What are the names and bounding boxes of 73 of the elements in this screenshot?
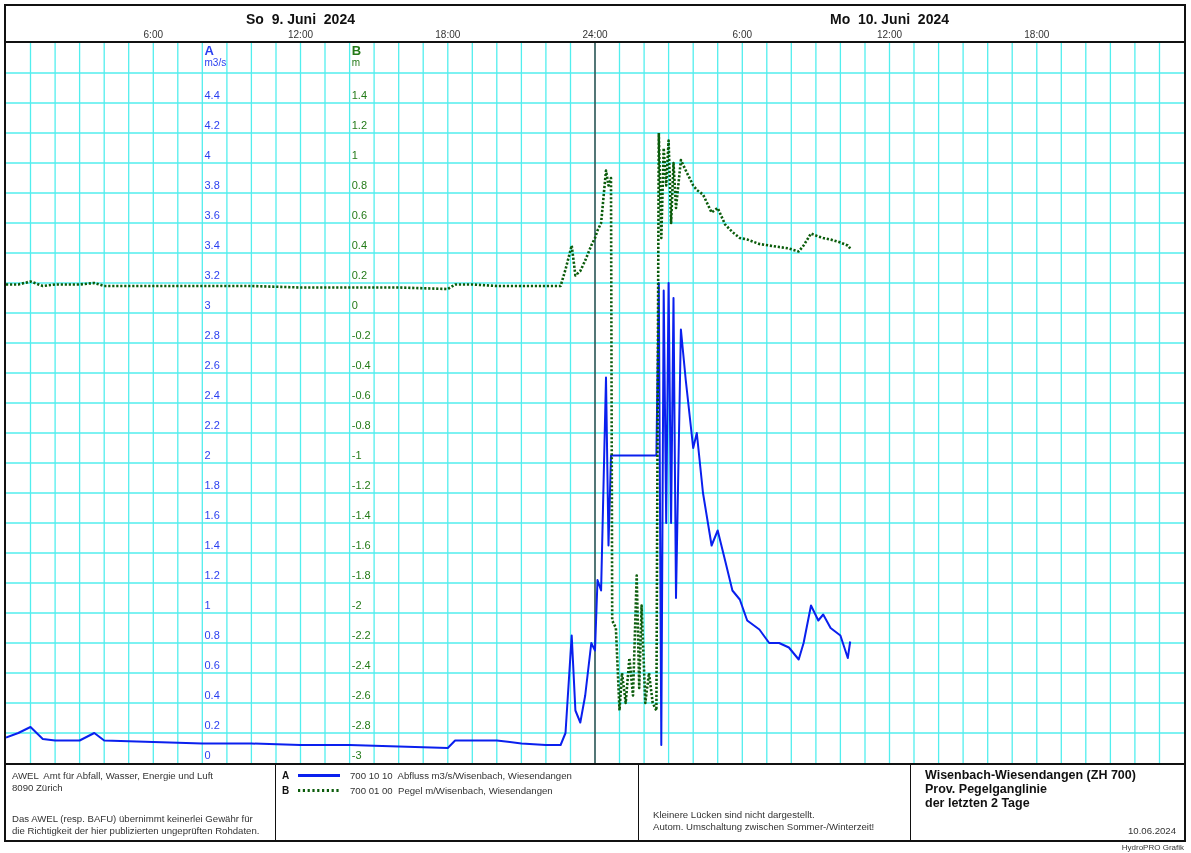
axis-tick-label: 2.8 <box>204 329 220 341</box>
axis-tick-label: 1.2 <box>351 119 368 131</box>
address-text: 8090 Zürich <box>12 782 64 794</box>
axis-tick-label: 4 <box>204 149 211 161</box>
report-title: Prov. Pegelganglinie <box>925 782 1049 796</box>
legend-letter: A <box>282 770 290 781</box>
legend-letter: B <box>282 785 290 796</box>
axis-tick-label: -0.2 <box>351 329 371 341</box>
legend-text: 700 10 10 Abfluss m3/s/Wisenbach, Wiesendangen <box>350 770 572 781</box>
axis-tick-label: 1.4 <box>204 539 220 551</box>
axis-tick-label: -2.4 <box>351 659 371 671</box>
axis-tick-label: 3.4 <box>204 239 220 251</box>
axis-tick-label: 2.2 <box>204 419 220 431</box>
axis-tick-label: 4.2 <box>204 119 220 131</box>
axis-tick-label: 0.6 <box>351 209 368 221</box>
axis-unit: m <box>351 57 361 68</box>
axis-tick-label: -3 <box>351 749 362 761</box>
axis-tick-label: 1 <box>204 599 211 611</box>
time-label: 18:00 <box>1024 28 1050 40</box>
axis-tick-label: 4.4 <box>204 89 220 101</box>
axis-tick-label: 0 <box>351 299 358 311</box>
axis-tick-label: 1 <box>351 149 358 161</box>
axis-tick-label: 0.8 <box>204 629 220 641</box>
axis-tick-label: 3.6 <box>204 209 220 221</box>
axis-tick-label: 2.4 <box>204 389 220 401</box>
axis-tick-label: -2.2 <box>351 629 371 641</box>
note-text: Autom. Umschaltung zwischen Sommer-/Winterzeit! <box>653 821 876 833</box>
axis-tick-label: 0.8 <box>351 179 368 191</box>
axis-tick-label: 0 <box>204 749 211 761</box>
time-label: 12:00 <box>288 28 313 40</box>
report-title: der letzten 2 Tage <box>925 796 1031 810</box>
disclaimer-text: Das AWEL (resp. BAFU) übernimmt keinerlei Gewähr für die Richtigkeit der hier publizierten ungeprüften Rohdaten. <box>12 813 261 837</box>
credit-text: HydroPRO Grafik <box>1121 843 1184 852</box>
axis-tick-label: -2.8 <box>351 719 371 731</box>
axis-tick-label: 1.8 <box>204 479 220 491</box>
axis-tick-label: -1.2 <box>351 479 371 491</box>
axis-tick-label: -1.8 <box>351 569 371 581</box>
time-label: 6:00 <box>732 28 753 40</box>
date-label: Mo 10. Juni 2024 <box>829 11 950 27</box>
axis-tick-label: 1.4 <box>351 89 368 101</box>
axis-tick-label: 0.6 <box>204 659 220 671</box>
axis-tick-label: -2.6 <box>351 689 371 701</box>
note-text: Kleinere Lücken sind nicht dargestellt. <box>653 809 816 821</box>
axis-tick-label: -1 <box>351 449 362 461</box>
axis-tick-label: 3.2 <box>204 269 220 281</box>
axis-tick-label: 2.6 <box>204 359 220 371</box>
time-label: 12:00 <box>877 28 902 40</box>
axis-tick-label: -1.6 <box>351 539 371 551</box>
axis-tick-label: -0.6 <box>351 389 371 401</box>
date-label: So 9. Juni 2024 <box>246 11 355 27</box>
axis-tick-label: 2 <box>204 449 211 461</box>
axis-tick-label: -1.4 <box>351 509 371 521</box>
axis-tick-label: -0.8 <box>351 419 371 431</box>
report-date: 10.06.2024 <box>1128 825 1176 837</box>
axis-tick-label: 0.4 <box>204 689 220 701</box>
axis-tick-label: 0.2 <box>351 269 368 281</box>
axis-letter: A <box>204 42 214 58</box>
axis-tick-label: 3.8 <box>204 179 220 191</box>
axis-unit: m3/s <box>204 57 227 68</box>
axis-tick-label: 3 <box>204 299 211 311</box>
axis-tick-label: 0.2 <box>204 719 220 731</box>
axis-tick-label: 1.6 <box>204 509 220 521</box>
report-title: Wisenbach-Wiesendangen (ZH 700) <box>925 768 1137 782</box>
time-label: 18:00 <box>435 28 461 40</box>
organization-name: AWEL Amt für Abfall, Wasser, Energie und Luft <box>12 770 215 782</box>
time-label: 6:00 <box>143 28 164 40</box>
axis-letter: B <box>351 42 362 58</box>
axis-tick-label: -0.4 <box>351 359 371 371</box>
axis-tick-label: -2 <box>351 599 362 611</box>
time-label: 24:00 <box>582 28 608 40</box>
legend-text: 700 01 00 Pegel m/Wisenbach, Wiesendangen <box>350 785 553 796</box>
axis-tick-label: 1.2 <box>204 569 220 581</box>
axis-tick-label: 0.4 <box>351 239 368 251</box>
